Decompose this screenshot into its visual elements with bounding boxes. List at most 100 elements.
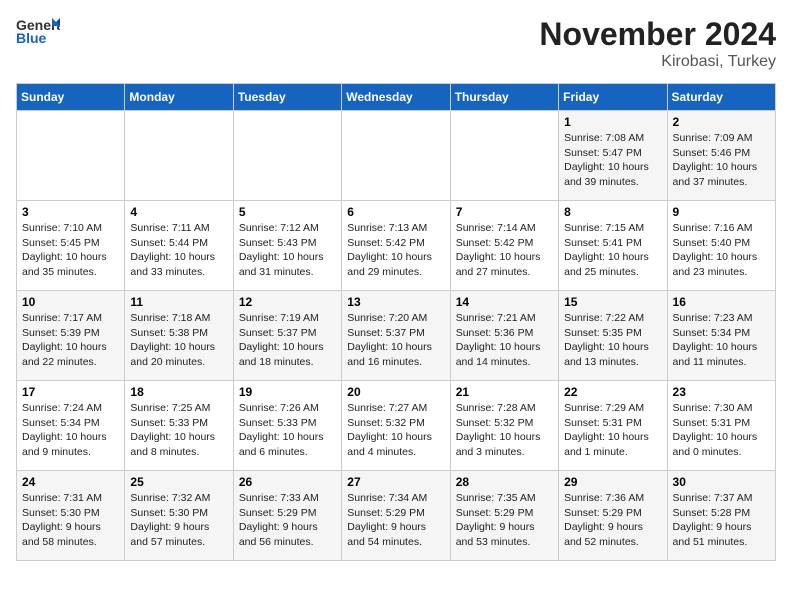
day-number: 7 bbox=[456, 205, 553, 219]
calendar-table: SundayMondayTuesdayWednesdayThursdayFrid… bbox=[16, 83, 776, 561]
day-info: Sunrise: 7:36 AM Sunset: 5:29 PM Dayligh… bbox=[564, 491, 661, 550]
day-info: Sunrise: 7:11 AM Sunset: 5:44 PM Dayligh… bbox=[130, 221, 227, 280]
day-number: 29 bbox=[564, 475, 661, 489]
calendar-day-cell bbox=[17, 111, 125, 201]
day-number: 5 bbox=[239, 205, 336, 219]
day-number: 25 bbox=[130, 475, 227, 489]
day-info: Sunrise: 7:26 AM Sunset: 5:33 PM Dayligh… bbox=[239, 401, 336, 460]
day-number: 17 bbox=[22, 385, 119, 399]
calendar-day-cell bbox=[342, 111, 450, 201]
calendar-day-cell: 15Sunrise: 7:22 AM Sunset: 5:35 PM Dayli… bbox=[559, 291, 667, 381]
calendar-day-cell: 19 Sunrise: 7:26 AM Sunset: 5:33 PM Dayli… bbox=[233, 381, 341, 471]
weekday-header-cell: Tuesday bbox=[233, 84, 341, 111]
calendar-day-cell: 17 Sunrise: 7:24 AM Sunset: 5:34 PM Dayli… bbox=[17, 381, 125, 471]
day-info: Sunrise: 7:24 AM Sunset: 5:34 PM Dayligh… bbox=[22, 401, 119, 460]
day-number: 23 bbox=[673, 385, 770, 399]
day-number: 14 bbox=[456, 295, 553, 309]
calendar-day-cell: 25 Sunrise: 7:32 AM Sunset: 5:30 PM Dayli… bbox=[125, 471, 233, 561]
logo-icon: General Blue bbox=[16, 16, 60, 44]
month-title: November 2024 bbox=[539, 16, 776, 53]
calendar-week-row: 24 Sunrise: 7:31 AM Sunset: 5:30 PM Dayli… bbox=[17, 471, 776, 561]
day-info: Sunrise: 7:16 AM Sunset: 5:40 PM Dayligh… bbox=[673, 221, 770, 280]
calendar-day-cell: 5 Sunrise: 7:12 AM Sunset: 5:43 PM Daylig… bbox=[233, 201, 341, 291]
day-number: 28 bbox=[456, 475, 553, 489]
calendar-day-cell: 9 Sunrise: 7:16 AM Sunset: 5:40 PM Daylig… bbox=[667, 201, 775, 291]
day-info: Sunrise: 7:18 AM Sunset: 5:38 PM Dayligh… bbox=[130, 311, 227, 370]
calendar-day-cell: 10Sunrise: 7:17 AM Sunset: 5:39 PM Dayli… bbox=[17, 291, 125, 381]
calendar-day-cell: 22Sunrise: 7:29 AM Sunset: 5:31 PM Dayli… bbox=[559, 381, 667, 471]
calendar-day-cell: 29 Sunrise: 7:36 AM Sunset: 5:29 PM Dayli… bbox=[559, 471, 667, 561]
day-number: 13 bbox=[347, 295, 444, 309]
day-info: Sunrise: 7:32 AM Sunset: 5:30 PM Dayligh… bbox=[130, 491, 227, 550]
calendar-week-row: 10Sunrise: 7:17 AM Sunset: 5:39 PM Dayli… bbox=[17, 291, 776, 381]
day-info: Sunrise: 7:27 AM Sunset: 5:32 PM Dayligh… bbox=[347, 401, 444, 460]
calendar-day-cell: 16 Sunrise: 7:23 AM Sunset: 5:34 PM Dayli… bbox=[667, 291, 775, 381]
day-info: Sunrise: 7:08 AM Sunset: 5:47 PM Dayligh… bbox=[564, 131, 661, 190]
day-info: Sunrise: 7:33 AM Sunset: 5:29 PM Dayligh… bbox=[239, 491, 336, 550]
calendar-week-row: 3 Sunrise: 7:10 AM Sunset: 5:45 PM Daylig… bbox=[17, 201, 776, 291]
day-number: 21 bbox=[456, 385, 553, 399]
weekday-header-cell: Monday bbox=[125, 84, 233, 111]
day-info: Sunrise: 7:15 AM Sunset: 5:41 PM Dayligh… bbox=[564, 221, 661, 280]
title-area: November 2024 Kirobasi, Turkey bbox=[539, 16, 776, 71]
day-info: Sunrise: 7:14 AM Sunset: 5:42 PM Dayligh… bbox=[456, 221, 553, 280]
calendar-week-row: 1 Sunrise: 7:08 AM Sunset: 5:47 PM Daylig… bbox=[17, 111, 776, 201]
day-info: Sunrise: 7:21 AM Sunset: 5:36 PM Dayligh… bbox=[456, 311, 553, 370]
day-number: 24 bbox=[22, 475, 119, 489]
calendar-day-cell: 6 Sunrise: 7:13 AM Sunset: 5:42 PM Daylig… bbox=[342, 201, 450, 291]
day-info: Sunrise: 7:31 AM Sunset: 5:30 PM Dayligh… bbox=[22, 491, 119, 550]
day-info: Sunrise: 7:29 AM Sunset: 5:31 PM Dayligh… bbox=[564, 401, 661, 460]
calendar-day-cell: 11Sunrise: 7:18 AM Sunset: 5:38 PM Dayli… bbox=[125, 291, 233, 381]
day-number: 2 bbox=[673, 115, 770, 129]
day-info: Sunrise: 7:13 AM Sunset: 5:42 PM Dayligh… bbox=[347, 221, 444, 280]
calendar-day-cell: 3 Sunrise: 7:10 AM Sunset: 5:45 PM Daylig… bbox=[17, 201, 125, 291]
day-number: 1 bbox=[564, 115, 661, 129]
day-info: Sunrise: 7:20 AM Sunset: 5:37 PM Dayligh… bbox=[347, 311, 444, 370]
calendar-day-cell: 20 Sunrise: 7:27 AM Sunset: 5:32 PM Dayli… bbox=[342, 381, 450, 471]
weekday-header-cell: Sunday bbox=[17, 84, 125, 111]
calendar-day-cell: 24 Sunrise: 7:31 AM Sunset: 5:30 PM Dayli… bbox=[17, 471, 125, 561]
day-number: 19 bbox=[239, 385, 336, 399]
day-number: 15 bbox=[564, 295, 661, 309]
day-number: 12 bbox=[239, 295, 336, 309]
svg-text:Blue: Blue bbox=[16, 30, 47, 44]
calendar-day-cell: 27Sunrise: 7:34 AM Sunset: 5:29 PM Dayli… bbox=[342, 471, 450, 561]
day-info: Sunrise: 7:12 AM Sunset: 5:43 PM Dayligh… bbox=[239, 221, 336, 280]
calendar-day-cell: 30Sunrise: 7:37 AM Sunset: 5:28 PM Dayli… bbox=[667, 471, 775, 561]
day-number: 16 bbox=[673, 295, 770, 309]
calendar-day-cell: 14 Sunrise: 7:21 AM Sunset: 5:36 PM Dayli… bbox=[450, 291, 558, 381]
day-info: Sunrise: 7:23 AM Sunset: 5:34 PM Dayligh… bbox=[673, 311, 770, 370]
calendar-day-cell bbox=[233, 111, 341, 201]
page-header: General Blue November 2024 Kirobasi, Tur… bbox=[16, 16, 776, 71]
logo: General Blue bbox=[16, 16, 60, 44]
calendar-week-row: 17 Sunrise: 7:24 AM Sunset: 5:34 PM Dayli… bbox=[17, 381, 776, 471]
calendar-day-cell: 2Sunrise: 7:09 AM Sunset: 5:46 PM Daylig… bbox=[667, 111, 775, 201]
day-number: 27 bbox=[347, 475, 444, 489]
weekday-header-cell: Saturday bbox=[667, 84, 775, 111]
calendar-body: 1 Sunrise: 7:08 AM Sunset: 5:47 PM Daylig… bbox=[17, 111, 776, 561]
calendar-day-cell bbox=[450, 111, 558, 201]
day-number: 20 bbox=[347, 385, 444, 399]
weekday-header-cell: Wednesday bbox=[342, 84, 450, 111]
calendar-day-cell: 21 Sunrise: 7:28 AM Sunset: 5:32 PM Dayli… bbox=[450, 381, 558, 471]
weekday-header-cell: Thursday bbox=[450, 84, 558, 111]
day-info: Sunrise: 7:10 AM Sunset: 5:45 PM Dayligh… bbox=[22, 221, 119, 280]
weekday-header-row: SundayMondayTuesdayWednesdayThursdayFrid… bbox=[17, 84, 776, 111]
day-number: 4 bbox=[130, 205, 227, 219]
day-info: Sunrise: 7:35 AM Sunset: 5:29 PM Dayligh… bbox=[456, 491, 553, 550]
day-number: 3 bbox=[22, 205, 119, 219]
day-info: Sunrise: 7:30 AM Sunset: 5:31 PM Dayligh… bbox=[673, 401, 770, 460]
day-number: 6 bbox=[347, 205, 444, 219]
day-number: 30 bbox=[673, 475, 770, 489]
calendar-day-cell: 28 Sunrise: 7:35 AM Sunset: 5:29 PM Dayli… bbox=[450, 471, 558, 561]
day-info: Sunrise: 7:17 AM Sunset: 5:39 PM Dayligh… bbox=[22, 311, 119, 370]
day-number: 9 bbox=[673, 205, 770, 219]
calendar-day-cell: 13 Sunrise: 7:20 AM Sunset: 5:37 PM Dayli… bbox=[342, 291, 450, 381]
day-info: Sunrise: 7:28 AM Sunset: 5:32 PM Dayligh… bbox=[456, 401, 553, 460]
calendar-day-cell: 8 Sunrise: 7:15 AM Sunset: 5:41 PM Daylig… bbox=[559, 201, 667, 291]
calendar-day-cell: 23 Sunrise: 7:30 AM Sunset: 5:31 PM Dayli… bbox=[667, 381, 775, 471]
day-number: 18 bbox=[130, 385, 227, 399]
day-info: Sunrise: 7:25 AM Sunset: 5:33 PM Dayligh… bbox=[130, 401, 227, 460]
day-number: 8 bbox=[564, 205, 661, 219]
calendar-day-cell: 7 Sunrise: 7:14 AM Sunset: 5:42 PM Daylig… bbox=[450, 201, 558, 291]
